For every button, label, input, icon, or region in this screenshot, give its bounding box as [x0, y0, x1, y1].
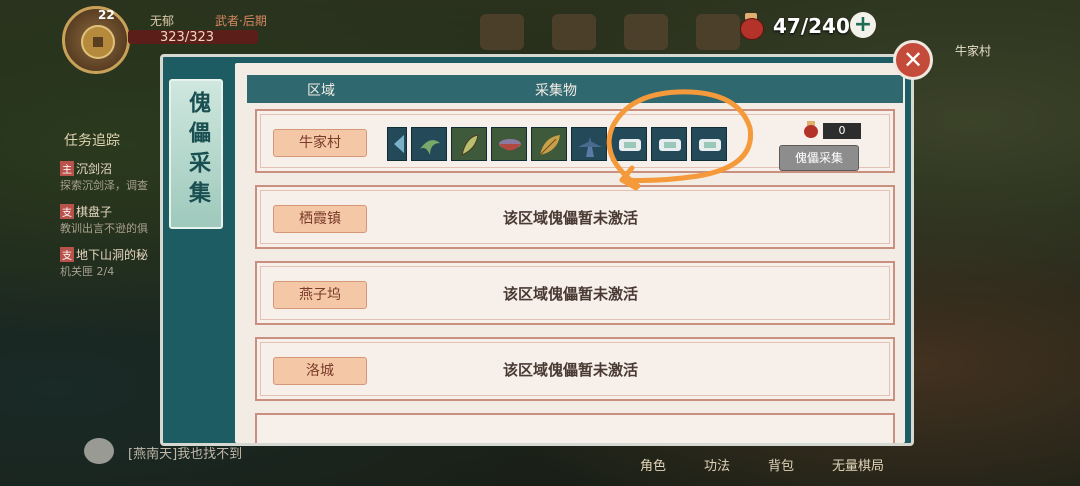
region-row-active: 牛家村 0 傀儡采集	[255, 109, 895, 173]
player-rank: 武者·后期	[215, 14, 267, 28]
quest-desc: 教训出言不逊的俱	[60, 222, 148, 235]
tab-character[interactable]: 角色	[640, 455, 666, 474]
wine-jar-icon	[803, 121, 819, 139]
puppet-gather-dialog: 傀儡采集 区域 采集物 牛家村 0 傀儡采集 栖霞镇 该区域傀儡暂未激活 燕子坞…	[160, 54, 914, 446]
tab-skills[interactable]: 功法	[704, 455, 730, 474]
puppet-collect-button[interactable]: 傀儡采集	[779, 145, 859, 171]
table-header: 区域 采集物	[247, 75, 903, 103]
region-button[interactable]: 牛家村	[273, 129, 367, 157]
quest-desc: 探索沉剑泽，调查	[60, 179, 148, 192]
menu-icon-4[interactable]	[696, 14, 740, 50]
side-tab-puppet-gather[interactable]: 傀儡采集	[169, 79, 223, 229]
dialog-content: 区域 采集物 牛家村 0 傀儡采集 栖霞镇 该区域傀儡暂未激活 燕子坞 该区域傀…	[235, 63, 905, 443]
quest-tracker-title[interactable]: 任务追踪	[58, 130, 158, 150]
gather-count: 0	[823, 123, 861, 139]
chat-icon[interactable]	[84, 438, 114, 464]
menu-icon-1[interactable]	[480, 14, 524, 50]
add-resource-button[interactable]: +	[850, 12, 876, 38]
region-status: 该区域傀儡暂未激活	[503, 209, 639, 227]
header-region: 区域	[307, 83, 335, 99]
annotation-circle	[606, 89, 754, 191]
tab-chess[interactable]: 无量棋局	[832, 455, 884, 474]
level-badge: 22	[98, 8, 115, 22]
quest-desc: 机关匣 2/4	[60, 265, 115, 278]
player-name: 无郁	[150, 14, 175, 28]
region-button[interactable]: 洛城	[273, 357, 367, 385]
resource-counter: 47/240	[773, 14, 850, 38]
item-leaf-icon[interactable]	[387, 127, 407, 161]
quest-tracker: 任务追踪 主沉剑沼 探索沉剑泽，调查 支棋盘子 教训出言不逊的俱 支地下山洞的秘…	[58, 130, 158, 279]
bottom-nav: 角色 功法 背包 无量棋局	[640, 455, 884, 474]
village-label[interactable]: 牛家村	[955, 42, 991, 59]
coin-icon	[81, 25, 115, 59]
tab-bag[interactable]: 背包	[768, 455, 794, 474]
region-status: 该区域傀儡暂未激活	[503, 361, 639, 379]
region-row: 洛城 该区域傀儡暂未激活	[255, 337, 895, 401]
quest-item[interactable]: 主沉剑沼	[60, 160, 158, 177]
bowl-icon[interactable]	[491, 127, 527, 161]
header-gather: 采集物	[535, 83, 577, 99]
top-menu-icons	[480, 14, 740, 50]
menu-icon-2[interactable]	[552, 14, 596, 50]
region-row: 栖霞镇 该区域傀儡暂未激活	[255, 185, 895, 249]
pod-icon[interactable]	[451, 127, 487, 161]
leaf-icon[interactable]	[531, 127, 567, 161]
region-row-partial	[255, 413, 895, 443]
region-button[interactable]: 燕子坞	[273, 281, 367, 309]
region-row: 燕子坞 该区域傀儡暂未激活	[255, 261, 895, 325]
herb-icon[interactable]	[411, 127, 447, 161]
quest-item[interactable]: 支地下山洞的秘	[60, 246, 158, 263]
player-avatar[interactable]	[62, 6, 130, 74]
quest-item[interactable]: 支棋盘子	[60, 203, 158, 220]
hp-text: 323/323	[160, 30, 215, 45]
close-icon[interactable]: ✕	[893, 40, 933, 80]
menu-icon-3[interactable]	[624, 14, 668, 50]
region-button[interactable]: 栖霞镇	[273, 205, 367, 233]
region-status: 该区域傀儡暂未激活	[503, 285, 639, 303]
wine-jar-icon	[738, 12, 764, 40]
